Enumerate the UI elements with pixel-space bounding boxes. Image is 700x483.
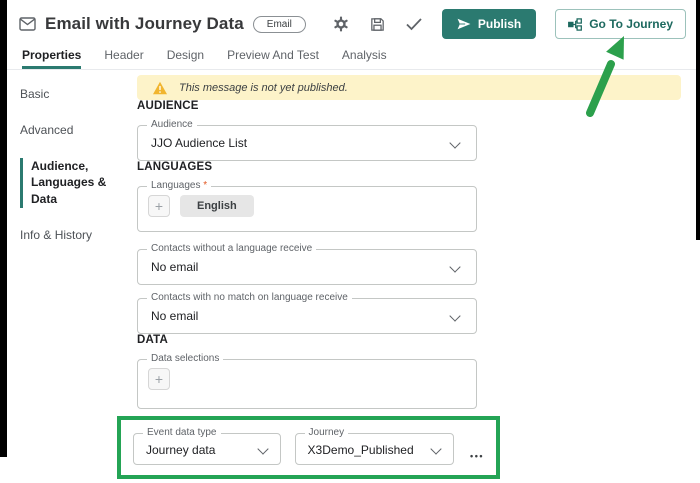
contacts-no-match-value: No email (138, 299, 476, 333)
add-data-selection-button[interactable]: + (148, 368, 170, 390)
settings-gear-icon[interactable] (332, 15, 350, 33)
data-selections-field: Data selections + (137, 359, 477, 409)
properties-panel: This message is not yet published. AUDIE… (130, 70, 700, 479)
tab-design[interactable]: Design (167, 48, 204, 69)
languages-field-label: Languages * (147, 180, 211, 191)
tab-bar: Properties Header Design Preview And Tes… (19, 48, 686, 69)
languages-field: Languages * + English (137, 186, 477, 232)
journey-flow-icon (568, 18, 582, 31)
screen-edge-left (0, 0, 7, 457)
sidebar-item-info-history[interactable]: Info & History (20, 227, 108, 244)
audience-selected-value: JJO Audience List (138, 126, 476, 160)
journey-select[interactable]: Journey X3Demo_Published (295, 433, 455, 465)
save-icon[interactable] (369, 16, 386, 33)
header-actions: Publish Go To Journey (332, 9, 686, 39)
languages-section-heading: LANGUAGES (137, 161, 681, 173)
warning-icon (152, 81, 168, 95)
header: Email with Journey Data Email Publish (7, 0, 700, 69)
annotation-highlight-box: Event data type Journey data Journey X3D… (117, 416, 500, 479)
go-to-journey-button[interactable]: Go To Journey (555, 9, 686, 39)
contacts-without-language-value: No email (138, 250, 476, 284)
screen-edge-right (696, 0, 700, 240)
email-editor-window: Email with Journey Data Email Publish (7, 0, 700, 479)
properties-sidebar: Basic Advanced Audience, Languages & Dat… (7, 70, 130, 479)
publish-button-label: Publish (478, 17, 521, 31)
tab-preview-and-test[interactable]: Preview And Test (227, 48, 319, 69)
sidebar-item-basic[interactable]: Basic (20, 86, 108, 103)
send-icon (457, 18, 471, 30)
more-options-button[interactable]: ••• (468, 449, 486, 463)
data-selections-label: Data selections (147, 353, 223, 364)
event-data-type-label: Event data type (143, 427, 221, 438)
go-to-journey-label: Go To Journey (589, 17, 673, 31)
sidebar-item-advanced[interactable]: Advanced (20, 122, 108, 139)
tab-analysis[interactable]: Analysis (342, 48, 387, 69)
tab-properties[interactable]: Properties (22, 48, 81, 69)
journey-field-label: Journey (305, 427, 349, 438)
contacts-without-language-label: Contacts without a language receive (147, 243, 316, 254)
unpublished-warning-banner: This message is not yet published. (137, 75, 681, 100)
banner-text: This message is not yet published. (179, 82, 348, 94)
contacts-no-match-select[interactable]: Contacts with no match on language recei… (137, 298, 477, 334)
validation-check-icon[interactable] (405, 17, 423, 31)
email-icon (19, 17, 36, 31)
audience-section-heading: AUDIENCE (137, 100, 681, 112)
required-asterisk: * (203, 180, 207, 191)
publish-button[interactable]: Publish (442, 9, 536, 39)
audience-select[interactable]: Audience JJO Audience List (137, 125, 477, 161)
data-section-heading: DATA (137, 334, 681, 346)
audience-field-label: Audience (147, 119, 197, 130)
contacts-without-language-select[interactable]: Contacts without a language receive No e… (137, 249, 477, 285)
contacts-no-match-label: Contacts with no match on language recei… (147, 292, 352, 303)
tab-header[interactable]: Header (104, 48, 143, 69)
message-type-badge: Email (253, 16, 306, 33)
sidebar-item-audience-languages-data[interactable]: Audience, Languages & Data (20, 158, 108, 208)
page-title: Email with Journey Data (45, 14, 244, 34)
event-data-type-select[interactable]: Event data type Journey data (133, 433, 281, 465)
add-language-button[interactable]: + (148, 195, 170, 217)
language-chip-english[interactable]: English (180, 195, 254, 217)
